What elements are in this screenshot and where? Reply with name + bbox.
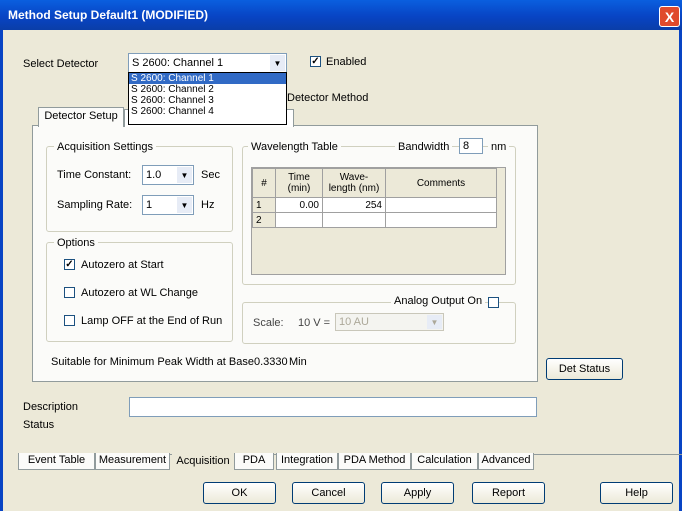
- cell-wave[interactable]: 254: [322, 197, 386, 213]
- min-peak-unit: Min: [289, 356, 307, 368]
- tab-measurement[interactable]: Measurement: [95, 453, 170, 470]
- tab-event-table[interactable]: Event Table: [18, 453, 95, 470]
- table-header-row: # Time (min) Wave- length (nm) Comments: [252, 168, 497, 198]
- detector-option[interactable]: S 2600: Channel 3: [129, 95, 286, 106]
- scale-label: Scale:: [253, 317, 284, 329]
- tab-calculation[interactable]: Calculation: [411, 453, 478, 470]
- min-peak-value: 0.3330: [254, 356, 288, 368]
- bandwidth-label: Bandwidth: [395, 141, 453, 153]
- autozero-wl-label: Autozero at WL Change: [81, 287, 198, 299]
- bandwidth-value: 8: [463, 140, 470, 152]
- tab-integration[interactable]: Integration: [276, 453, 338, 470]
- autozero-wl-checkbox[interactable]: [64, 287, 75, 298]
- sampling-rate-unit: Hz: [201, 199, 215, 211]
- analog-output-checkbox[interactable]: [488, 297, 499, 308]
- autozero-start-checkbox[interactable]: ✓: [64, 259, 75, 270]
- autozero-start-label: Autozero at Start: [81, 259, 164, 271]
- tab-pda-method[interactable]: PDA Method: [338, 453, 411, 470]
- tab-acquisition[interactable]: Acquisition: [172, 454, 234, 473]
- enabled-label: Enabled: [326, 56, 367, 68]
- det-status-button[interactable]: Det Status: [546, 358, 623, 380]
- sampling-rate-select[interactable]: 1 ▼: [142, 195, 194, 215]
- tab-advanced[interactable]: Advanced: [478, 453, 534, 470]
- help-button[interactable]: Help: [600, 482, 673, 504]
- cell-comments[interactable]: [385, 212, 497, 228]
- table-row[interactable]: 1 0.00 254: [252, 197, 497, 213]
- table-row[interactable]: 2: [252, 212, 497, 228]
- title-bar: Method Setup Default1 (MODIFIED) X: [0, 0, 682, 30]
- sampling-rate-label: Sampling Rate:: [57, 199, 133, 211]
- analog-output-label: Analog Output On: [391, 295, 486, 307]
- col-header-wave: Wave- length (nm): [322, 168, 386, 198]
- status-label: Status: [23, 419, 55, 431]
- chevron-down-icon[interactable]: ▼: [177, 197, 192, 213]
- tab-detector-method-label: Detector Method: [287, 92, 369, 104]
- min-peak-label: Suitable for Minimum Peak Width at Base: [51, 356, 254, 368]
- detector-option[interactable]: S 2600: Channel 4: [129, 106, 286, 117]
- cell-time[interactable]: [275, 212, 323, 228]
- description-input[interactable]: [129, 397, 537, 417]
- apply-button[interactable]: Apply: [381, 482, 454, 504]
- cancel-button[interactable]: Cancel: [292, 482, 365, 504]
- scale-select[interactable]: 10 AU ▼: [335, 313, 444, 331]
- select-detector-label: Select Detector: [23, 58, 99, 70]
- sampling-rate-value: 1: [146, 199, 153, 211]
- detector-option[interactable]: S 2600: Channel 2: [129, 84, 286, 95]
- detector-select[interactable]: S 2600: Channel 1 ▼: [128, 53, 287, 73]
- report-button[interactable]: Report: [472, 482, 545, 504]
- acquisition-settings-group: [46, 146, 233, 232]
- cell-comments[interactable]: [385, 197, 497, 213]
- detector-option[interactable]: S 2600: Channel 1: [129, 73, 286, 84]
- bandwidth-unit: nm: [488, 141, 510, 153]
- cell-wave[interactable]: [322, 212, 386, 228]
- cell-time[interactable]: 0.00: [275, 197, 323, 213]
- options-legend: Options: [54, 237, 98, 249]
- window-title: Method Setup Default1 (MODIFIED): [8, 8, 208, 22]
- detector-select-value: S 2600: Channel 1: [132, 57, 224, 69]
- chevron-down-icon[interactable]: ▼: [270, 55, 285, 71]
- tab-detector-setup-label: Detector Setup: [44, 110, 118, 122]
- scale-prefix: 10 V =: [298, 317, 331, 329]
- time-constant-unit: Sec: [201, 169, 220, 181]
- wavelength-grid: # Time (min) Wave- length (nm) Comments …: [251, 167, 506, 275]
- description-label: Description: [23, 401, 79, 413]
- time-constant-value: 1.0: [146, 169, 162, 181]
- wavelength-table-legend: Wavelength Table: [248, 141, 341, 153]
- scale-value: 10 AU: [339, 316, 369, 328]
- detector-dropdown-list[interactable]: S 2600: Channel 1 S 2600: Channel 2 S 26…: [128, 72, 287, 125]
- time-constant-select[interactable]: 1.0 ▼: [142, 165, 194, 185]
- bandwidth-input[interactable]: 8: [459, 138, 483, 154]
- tab-detector-setup[interactable]: Detector Setup: [38, 107, 124, 127]
- time-constant-label: Time Constant:: [57, 169, 132, 181]
- col-header-num: #: [252, 168, 276, 198]
- chevron-down-icon[interactable]: ▼: [427, 315, 442, 329]
- col-header-comments: Comments: [385, 168, 497, 198]
- close-button[interactable]: X: [659, 6, 680, 27]
- acquisition-settings-legend: Acquisition Settings: [54, 141, 156, 153]
- tab-pda[interactable]: PDA: [234, 453, 274, 470]
- enabled-checkbox[interactable]: ✓: [310, 56, 321, 67]
- lamp-off-checkbox[interactable]: [64, 315, 75, 326]
- lamp-off-label: Lamp OFF at the End of Run: [81, 315, 223, 327]
- ok-button[interactable]: OK: [203, 482, 276, 504]
- chevron-down-icon[interactable]: ▼: [177, 167, 192, 183]
- row-num: 1: [252, 197, 276, 213]
- col-header-time: Time (min): [275, 168, 323, 198]
- row-num: 2: [252, 212, 276, 228]
